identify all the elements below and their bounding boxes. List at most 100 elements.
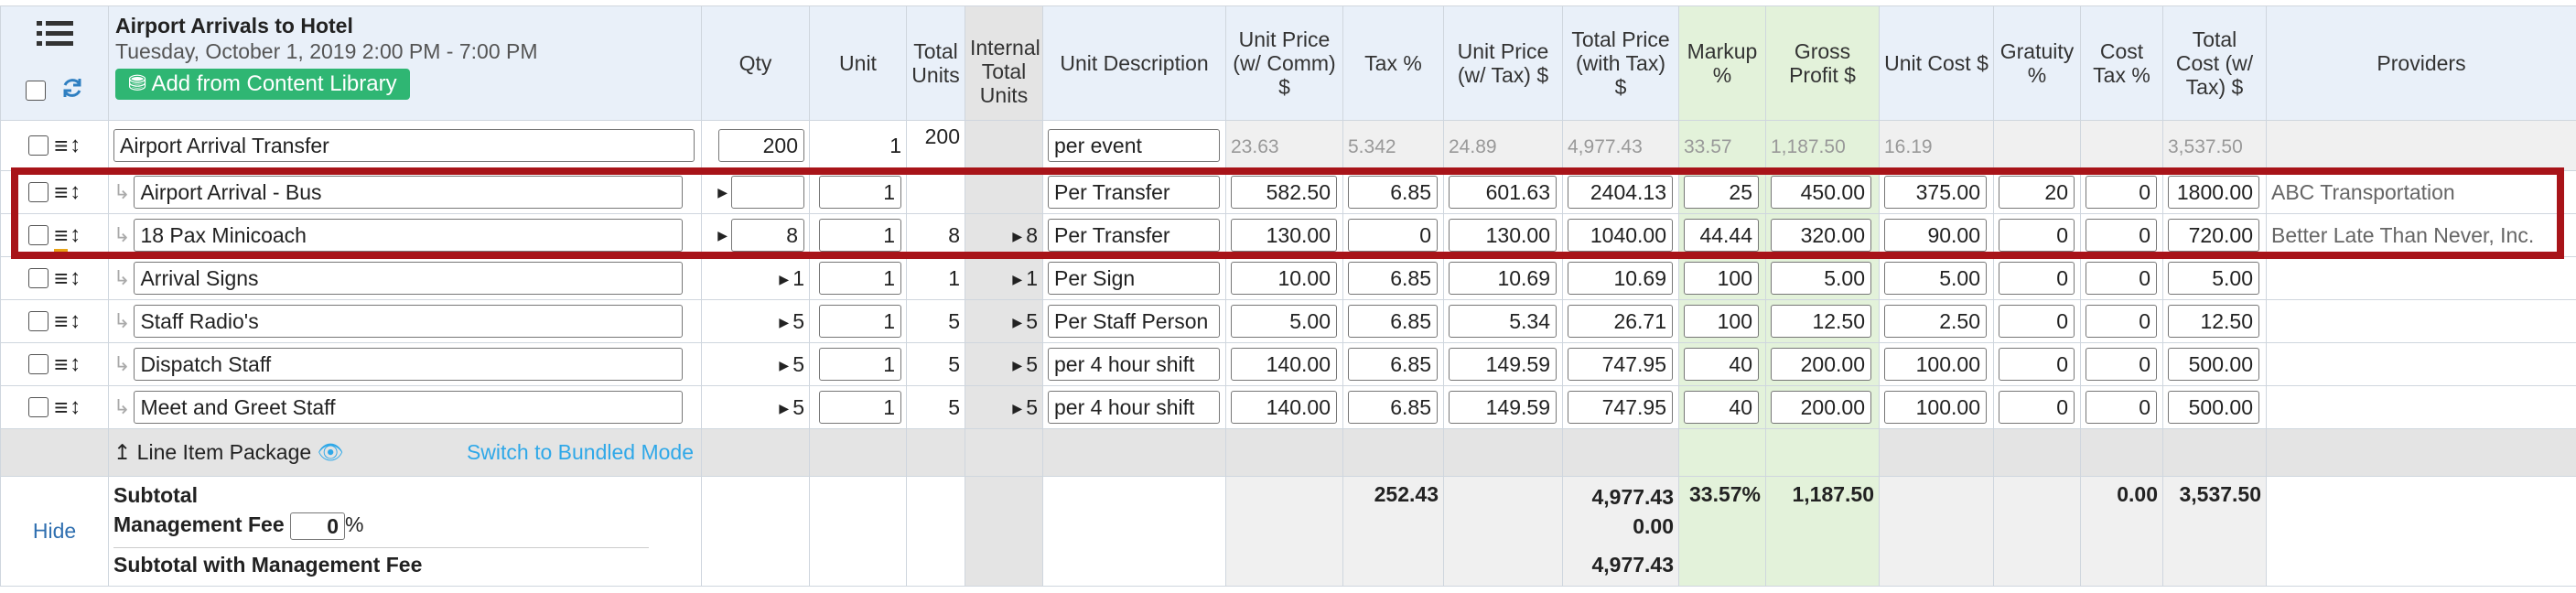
total-price-input[interactable]: 2404.13 — [1568, 176, 1673, 209]
item-name-input[interactable]: Dispatch Staff — [134, 348, 684, 381]
updown-arrows-icon[interactable]: ↕ — [70, 308, 81, 333]
unit-description-input[interactable]: Per Transfer — [1048, 176, 1220, 209]
gratuity-input[interactable]: 20 — [1999, 176, 2075, 209]
management-fee-input[interactable]: 0 — [290, 512, 345, 540]
gross-profit-input[interactable]: 5.00 — [1771, 262, 1871, 295]
hide-link[interactable]: Hide — [33, 519, 76, 543]
markup-input[interactable]: 100 — [1684, 305, 1759, 338]
hamburger-icon[interactable]: ≡ — [54, 264, 68, 292]
unit-description-input[interactable]: Per Staff Person — [1048, 305, 1220, 338]
gratuity-input[interactable]: 0 — [1999, 348, 2075, 381]
row-checkbox[interactable] — [27, 135, 49, 156]
expand-triangle-icon[interactable]: ▶ — [1012, 272, 1022, 286]
cost-tax-input[interactable]: 0 — [2086, 348, 2157, 381]
total-cost-input[interactable]: 500.00 — [2168, 391, 2259, 424]
unit-input[interactable]: 1 — [819, 348, 901, 381]
total-price-input[interactable]: 26.71 — [1568, 305, 1673, 338]
unit-price-input[interactable]: 5.00 — [1231, 305, 1337, 338]
gratuity-input[interactable]: 0 — [1999, 305, 2075, 338]
tax-input[interactable]: 6.85 — [1348, 348, 1438, 381]
select-all-checkbox[interactable] — [26, 80, 47, 101]
cost-tax-input[interactable]: 0 — [2086, 391, 2157, 424]
row-checkbox[interactable] — [27, 397, 49, 417]
markup-input[interactable]: 40 — [1684, 348, 1759, 381]
total-cost-input[interactable]: 500.00 — [2168, 348, 2259, 381]
row-checkbox[interactable] — [27, 225, 49, 245]
unit-price-input[interactable]: 582.50 — [1231, 176, 1337, 209]
cost-tax-input[interactable]: 0 — [2086, 176, 2157, 209]
unit-price-input[interactable]: 140.00 — [1231, 348, 1337, 381]
cost-tax-input[interactable]: 0 — [2086, 305, 2157, 338]
total-cost-input[interactable]: 1800.00 — [2168, 176, 2259, 209]
unit-description-input[interactable]: per 4 hour shift — [1048, 391, 1220, 424]
qty-input[interactable]: 200 — [718, 129, 804, 162]
unit-description-input[interactable]: per 4 hour shift — [1048, 348, 1220, 381]
expand-triangle-icon[interactable]: ▶ — [779, 401, 789, 415]
expand-triangle-icon[interactable]: ▶ — [779, 315, 789, 329]
unit-price-tax-input[interactable]: 149.59 — [1449, 391, 1557, 424]
row-checkbox[interactable] — [27, 311, 49, 331]
total-price-input[interactable]: 10.69 — [1568, 262, 1673, 295]
list-icon[interactable] — [5, 19, 103, 53]
item-name-input[interactable]: Staff Radio's — [134, 305, 684, 338]
unit-price-tax-input[interactable]: 130.00 — [1449, 219, 1557, 252]
unit-price-tax-input[interactable]: 149.59 — [1449, 348, 1557, 381]
unit-cost-input[interactable]: 90.00 — [1884, 219, 1987, 252]
updown-arrows-icon[interactable]: ↕ — [70, 351, 81, 376]
unit-cost-input[interactable]: 100.00 — [1884, 391, 1987, 424]
total-cost-input[interactable]: 720.00 — [2168, 219, 2259, 252]
gross-profit-input[interactable]: 450.00 — [1771, 176, 1871, 209]
updown-arrows-icon[interactable]: ↕ — [70, 179, 81, 204]
tax-input[interactable]: 6.85 — [1348, 305, 1438, 338]
unit-description-input[interactable]: per event — [1048, 129, 1220, 162]
refresh-icon[interactable] — [61, 79, 83, 103]
expand-triangle-icon[interactable]: ▶ — [1012, 358, 1022, 372]
unit-input[interactable]: 1 — [819, 176, 901, 209]
add-from-content-library-button[interactable]: ⛃ Add from Content Library — [115, 69, 410, 100]
qty-input[interactable]: 8 — [731, 219, 804, 252]
tax-input[interactable]: 6.85 — [1348, 176, 1438, 209]
hamburger-icon[interactable]: ≡ — [54, 132, 68, 159]
gratuity-input[interactable]: 0 — [1999, 391, 2075, 424]
total-cost-input[interactable]: 12.50 — [2168, 305, 2259, 338]
gratuity-input[interactable]: 0 — [1999, 219, 2075, 252]
updown-arrows-icon[interactable]: ↕ — [70, 265, 81, 290]
total-cost-input[interactable]: 5.00 — [2168, 262, 2259, 295]
unit-input[interactable]: 1 — [819, 305, 901, 338]
updown-arrows-icon[interactable]: ↕ — [70, 133, 81, 157]
unit-price-input[interactable]: 130.00 — [1231, 219, 1337, 252]
expand-triangle-icon[interactable]: ▶ — [717, 185, 728, 199]
gross-profit-input[interactable]: 12.50 — [1771, 305, 1871, 338]
markup-input[interactable]: 40 — [1684, 391, 1759, 424]
hamburger-icon[interactable]: ≡ — [54, 178, 68, 206]
total-price-input[interactable]: 747.95 — [1568, 391, 1673, 424]
gross-profit-input[interactable]: 200.00 — [1771, 348, 1871, 381]
gross-profit-input[interactable]: 200.00 — [1771, 391, 1871, 424]
row-checkbox[interactable] — [27, 354, 49, 374]
hamburger-icon[interactable]: ≡ — [54, 221, 69, 252]
expand-triangle-icon[interactable]: ▶ — [1012, 401, 1022, 415]
eye-icon[interactable]: 👁 — [318, 440, 344, 464]
unit-cost-input[interactable]: 5.00 — [1884, 262, 1987, 295]
unit-description-input[interactable]: Per Sign — [1048, 262, 1220, 295]
unit-input[interactable]: 1 — [819, 262, 901, 295]
markup-input[interactable]: 25 — [1684, 176, 1759, 209]
updown-arrows-icon[interactable]: ↕ — [70, 222, 81, 247]
hamburger-icon[interactable]: ≡ — [54, 350, 68, 378]
item-name-input[interactable]: Meet and Greet Staff — [134, 391, 684, 424]
total-price-input[interactable]: 747.95 — [1568, 348, 1673, 381]
expand-triangle-icon[interactable]: ▶ — [779, 272, 789, 286]
unit-cost-input[interactable]: 375.00 — [1884, 176, 1987, 209]
unit-price-tax-input[interactable]: 5.34 — [1449, 305, 1557, 338]
total-price-input[interactable]: 1040.00 — [1568, 219, 1673, 252]
row-checkbox[interactable] — [27, 182, 49, 202]
unit-input[interactable]: 1 — [819, 391, 901, 424]
unit-price-input[interactable]: 140.00 — [1231, 391, 1337, 424]
unit-price-input[interactable]: 10.00 — [1231, 262, 1337, 295]
expand-triangle-icon[interactable]: ▶ — [1012, 229, 1022, 243]
item-name-input[interactable]: Airport Arrival - Bus — [134, 176, 684, 209]
unit-price-tax-input[interactable]: 601.63 — [1449, 176, 1557, 209]
tax-input[interactable]: 6.85 — [1348, 391, 1438, 424]
gross-profit-input[interactable]: 320.00 — [1771, 219, 1871, 252]
unit-cost-input[interactable]: 100.00 — [1884, 348, 1987, 381]
